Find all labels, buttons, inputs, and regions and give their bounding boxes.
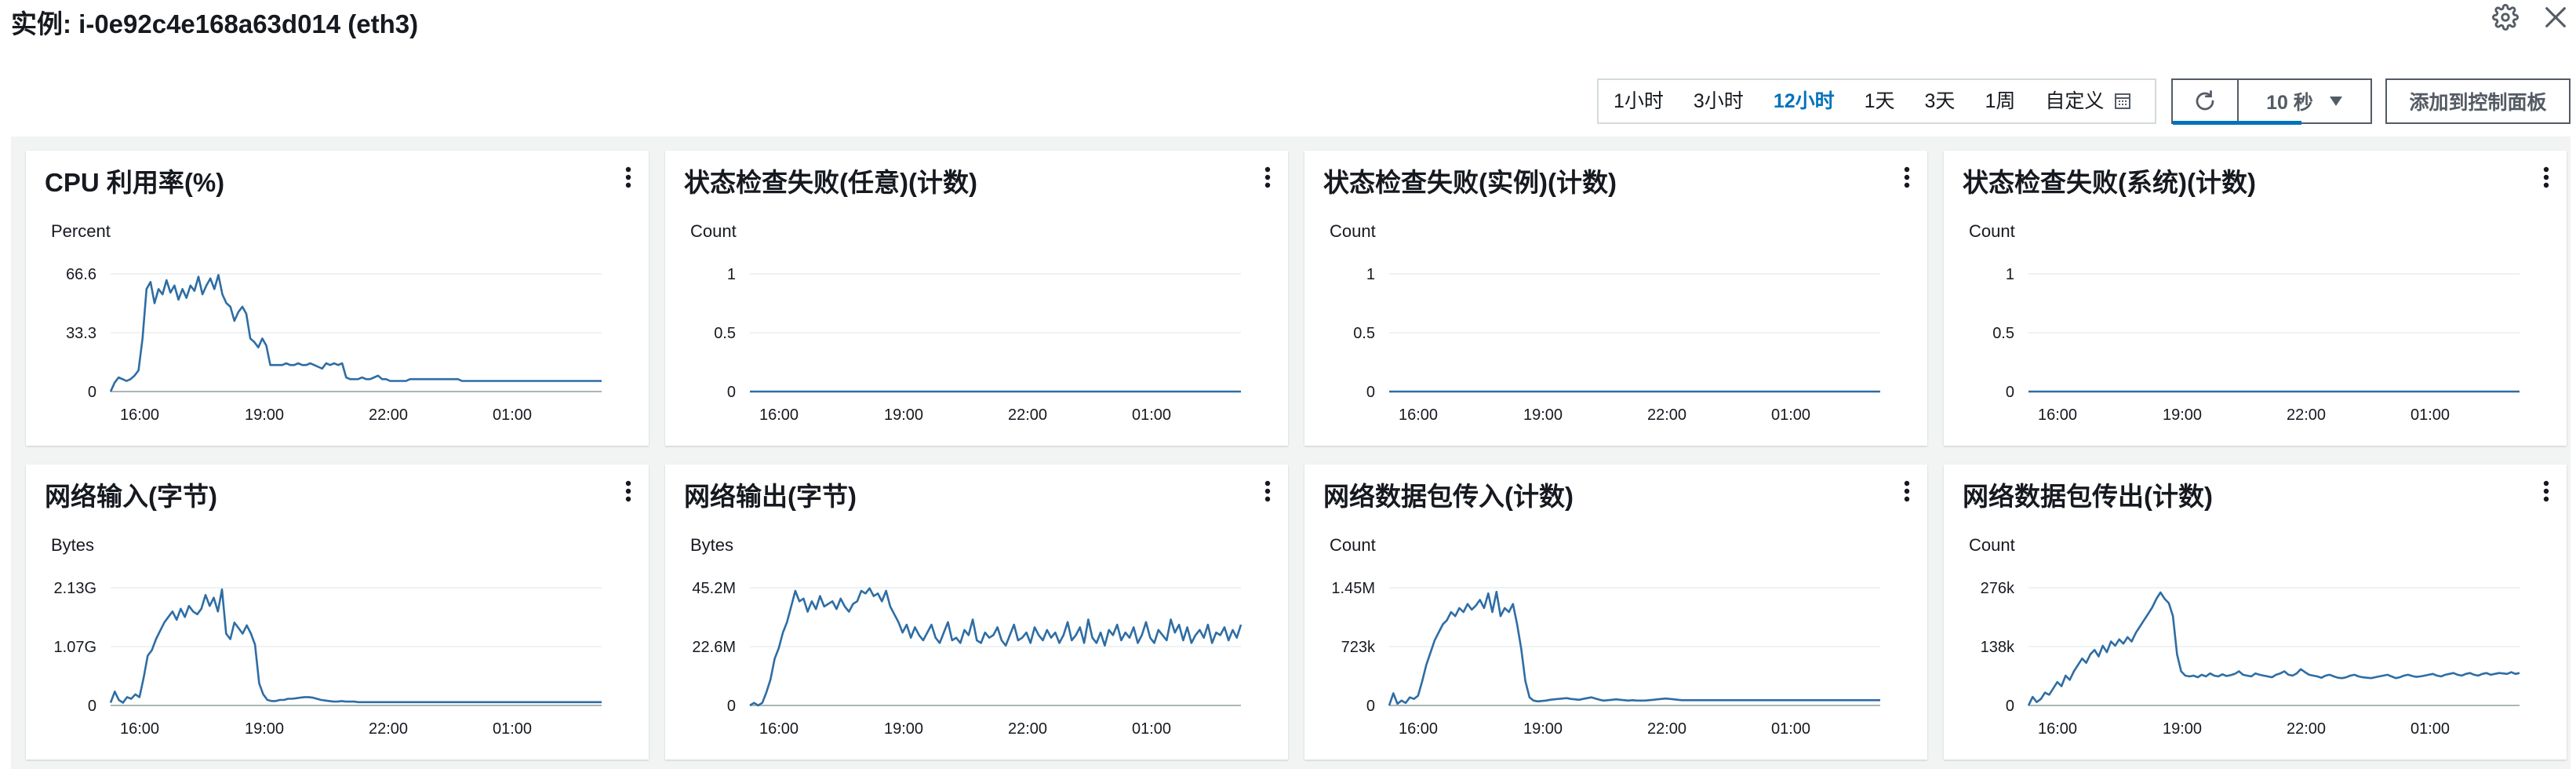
- y-tick-label: 33.3: [66, 325, 96, 342]
- y-tick-label: 0: [727, 384, 736, 401]
- x-tick-label: 16:00: [759, 720, 799, 738]
- x-tick-label: 16:00: [120, 720, 159, 738]
- x-tick-label: 16:00: [2038, 406, 2077, 424]
- calendar-icon: [2115, 93, 2131, 109]
- x-tick-label: 01:00: [493, 720, 532, 738]
- y-tick-label: 723k: [1341, 639, 1376, 656]
- x-tick-label: 22:00: [1647, 720, 1686, 738]
- y-tick-label: 1.45M: [1331, 580, 1375, 597]
- line-chart: 0 0.5 1 16:00 19:00 22:00 01:00: [714, 266, 1241, 424]
- range-12h[interactable]: 12小时: [1759, 80, 1850, 122]
- y-tick-label: 0: [2006, 698, 2014, 715]
- refresh-interval-dropdown[interactable]: 10 秒: [2239, 80, 2370, 122]
- close-button[interactable]: [2538, 0, 2573, 35]
- line-chart: 0 138k 276k 16:00 19:00 22:00 01:00: [1981, 580, 2520, 738]
- x-tick-label: 01:00: [2410, 720, 2450, 738]
- metric-widget: 网络输入(字节) Bytes 0 1.07G 2.13G 16:00 19:00 22:00 0…: [26, 465, 649, 760]
- range-1d[interactable]: 1天: [1850, 80, 1910, 122]
- settings-button[interactable]: [2488, 0, 2523, 35]
- x-tick-label: 22:00: [1008, 720, 1047, 738]
- x-tick-label: 19:00: [1523, 720, 1563, 738]
- y-tick-label: 0: [2006, 384, 2014, 401]
- series-line: [1388, 590, 1880, 706]
- refresh-icon: [2196, 90, 2214, 111]
- y-tick-label: 1: [1366, 266, 1375, 283]
- y-tick-label: 22.6M: [692, 639, 736, 656]
- metric-widget: 状态检查失败(实例)(计数) Count 0 0.5 1 16:00 19:00 22:00 0…: [1304, 151, 1927, 446]
- refresh-progress-bar: [2173, 121, 2301, 125]
- x-tick-label: 16:00: [1399, 720, 1438, 738]
- x-tick-label: 01:00: [1132, 406, 1171, 424]
- x-tick-label: 01:00: [2410, 406, 2450, 424]
- y-tick-label: 138k: [1981, 639, 2015, 656]
- y-tick-label: 45.2M: [692, 580, 736, 597]
- range-custom-label: 自定义: [2045, 90, 2105, 112]
- refresh-interval-label: 10 秒: [2266, 92, 2313, 114]
- x-tick-label: 22:00: [2287, 720, 2326, 738]
- y-tick-label: 1: [2006, 266, 2014, 283]
- x-tick-label: 19:00: [1523, 406, 1563, 424]
- x-tick-label: 22:00: [2287, 406, 2326, 424]
- y-tick-label: 276k: [1981, 580, 2015, 597]
- series-line: [2027, 591, 2520, 706]
- x-tick-label: 16:00: [120, 406, 159, 424]
- x-tick-label: 01:00: [493, 406, 532, 424]
- y-tick-label: 0: [1366, 698, 1375, 715]
- range-3d[interactable]: 3天: [1910, 80, 1970, 122]
- line-chart: 0 0.5 1 16:00 19:00 22:00 01:00: [1353, 266, 1880, 424]
- y-tick-label: 1.07G: [54, 639, 96, 656]
- x-tick-label: 16:00: [1399, 406, 1438, 424]
- refresh-button[interactable]: [2173, 80, 2239, 122]
- y-tick-label: 0.5: [714, 325, 736, 342]
- x-tick-label: 19:00: [2163, 406, 2202, 424]
- line-chart: 0 723k 1.45M 16:00 19:00 22:00 01:00: [1331, 580, 1880, 738]
- close-icon: [2545, 7, 2566, 27]
- y-tick-label: 0: [88, 698, 96, 715]
- x-tick-label: 19:00: [245, 406, 284, 424]
- x-tick-label: 19:00: [884, 406, 923, 424]
- x-tick-label: 19:00: [245, 720, 284, 738]
- y-tick-label: 0.5: [1353, 325, 1375, 342]
- line-chart: 0 0.5 1 16:00 19:00 22:00 01:00: [1992, 266, 2520, 424]
- time-range-selector: 1小时 3小时 12小时 1天 3天 1周 自定义: [1597, 78, 2156, 124]
- add-to-dashboard-button[interactable]: 添加到控制面板: [2385, 78, 2571, 124]
- page-title: 实例: i-0e92c4e168a63d014 (eth3): [11, 9, 419, 38]
- range-custom[interactable]: 自定义: [2030, 80, 2147, 122]
- range-1h[interactable]: 1小时: [1599, 80, 1679, 122]
- x-tick-label: 22:00: [1008, 406, 1047, 424]
- y-tick-label: 2.13G: [54, 580, 96, 597]
- metric-widget: CPU 利用率(%) Percent 0 33.3 66.6 16:00 19:00 22:0…: [26, 151, 649, 446]
- x-tick-label: 22:00: [369, 406, 408, 424]
- range-3h[interactable]: 3小时: [1679, 80, 1759, 122]
- y-tick-label: 66.6: [66, 266, 96, 283]
- line-chart: 0 33.3 66.6 16:00 19:00 22:00 01:00: [66, 266, 602, 424]
- metric-widget: 网络数据包传出(计数) Count 0 138k 276k 16:00 19:00 22:00…: [1944, 465, 2567, 760]
- metric-widget: 状态检查失败(系统)(计数) Count 0 0.5 1 16:00 19:00 22:00 0…: [1944, 151, 2567, 446]
- refresh-control: 10 秒: [2171, 78, 2372, 124]
- x-tick-label: 16:00: [759, 406, 799, 424]
- caret-down-icon: [2329, 97, 2342, 106]
- x-tick-label: 01:00: [1771, 406, 1810, 424]
- x-tick-label: 19:00: [2163, 720, 2202, 738]
- line-chart: 0 1.07G 2.13G 16:00 19:00 22:00 01:00: [54, 580, 602, 738]
- y-tick-label: 0: [727, 698, 736, 715]
- range-1w[interactable]: 1周: [1970, 80, 2030, 122]
- y-tick-label: 0: [88, 384, 96, 401]
- y-tick-label: 0: [1366, 384, 1375, 401]
- x-tick-label: 22:00: [1647, 406, 1686, 424]
- gear-icon: [2492, 4, 2519, 31]
- line-chart: 0 22.6M 45.2M 16:00 19:00 22:00 01:00: [692, 580, 1243, 738]
- metric-widget: 状态检查失败(任意)(计数) Count 0 0.5 1 16:00 19:00 22:00 0…: [665, 151, 1288, 446]
- x-tick-label: 01:00: [1132, 720, 1171, 738]
- x-tick-label: 19:00: [884, 720, 923, 738]
- y-tick-label: 1: [727, 266, 736, 283]
- x-tick-label: 16:00: [2038, 720, 2077, 738]
- x-tick-label: 01:00: [1771, 720, 1810, 738]
- x-tick-label: 22:00: [369, 720, 408, 738]
- metric-widget: 网络数据包传入(计数) Count 0 723k 1.45M 16:00 19:00 22:0…: [1304, 465, 1927, 760]
- metric-widget: 网络输出(字节) Bytes 0 22.6M 45.2M 16:00 19:00 22:00 0…: [665, 465, 1288, 760]
- y-tick-label: 0.5: [1992, 325, 2014, 342]
